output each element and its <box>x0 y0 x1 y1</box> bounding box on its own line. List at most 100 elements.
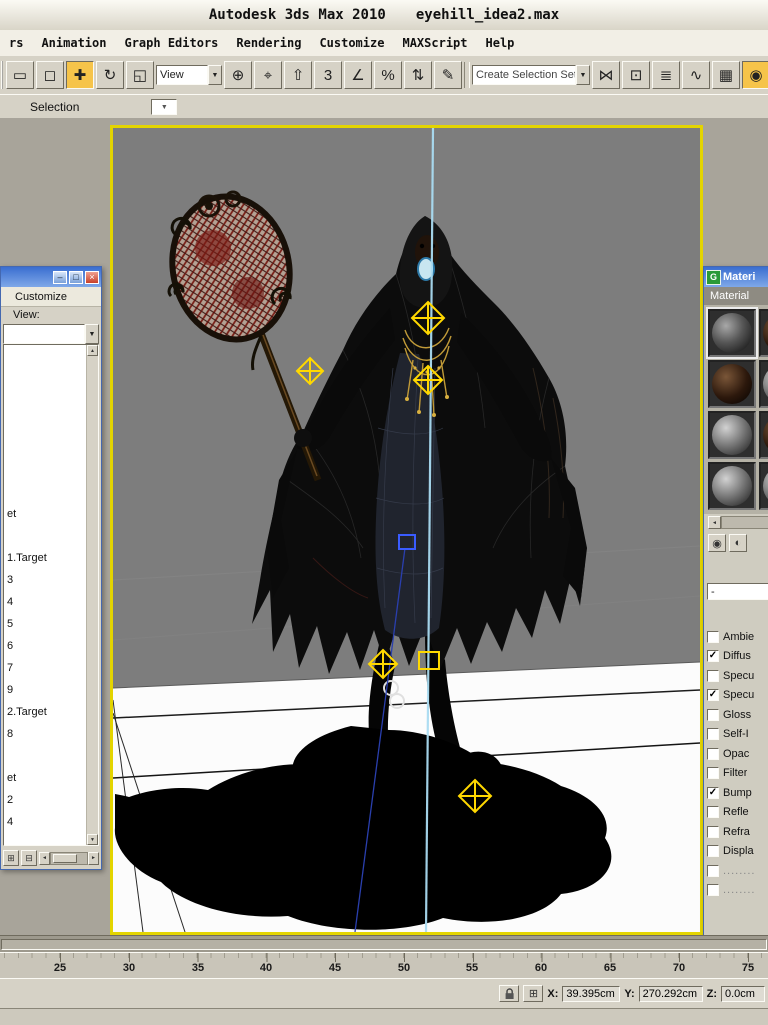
list-item[interactable]: 3 <box>4 569 98 591</box>
material-name-combo[interactable]: - ▼ <box>707 583 768 603</box>
scroll-left-icon[interactable]: ◄ <box>39 851 50 865</box>
checkbox[interactable] <box>707 728 719 741</box>
edit-named-selections-button[interactable]: ✎ <box>434 61 462 89</box>
scroll-up-icon[interactable]: ▲ <box>87 345 98 356</box>
checkbox[interactable]: ✓ <box>707 786 719 799</box>
list-item[interactable]: 2.Target <box>4 701 98 723</box>
sample-slot[interactable] <box>759 462 768 510</box>
list-item[interactable] <box>4 745 98 767</box>
select-and-move-button[interactable]: ✚ <box>66 61 94 89</box>
scrollbar-track[interactable] <box>721 516 768 529</box>
sample-slot[interactable] <box>759 411 768 459</box>
list-item[interactable]: 4 <box>4 591 98 613</box>
list-item[interactable]: 7 <box>4 657 98 679</box>
view-combo[interactable]: ▼ <box>3 324 99 344</box>
minimize-icon[interactable]: – <box>53 270 67 284</box>
backlight-icon[interactable]: ◐ <box>729 534 747 552</box>
sample-slot[interactable] <box>708 360 756 408</box>
y-coordinate-field[interactable]: 270.292cm <box>638 985 703 1002</box>
scroll-left-icon[interactable]: ◄ <box>708 516 721 529</box>
checkbox[interactable] <box>707 825 719 838</box>
menu-customize[interactable]: Customize <box>310 30 393 56</box>
chevron-down-icon[interactable]: ▼ <box>208 65 222 85</box>
checkbox[interactable] <box>707 708 719 721</box>
checkbox[interactable] <box>707 884 719 897</box>
sample-type-icon[interactable]: ◉ <box>708 534 726 552</box>
time-ruler[interactable]: 25 30 35 40 45 50 55 60 65 70 75 <box>0 952 768 979</box>
checkbox[interactable] <box>707 669 719 682</box>
checkbox[interactable] <box>707 747 719 760</box>
checkbox[interactable] <box>707 630 719 643</box>
scrollbar-thumb[interactable] <box>53 853 77 863</box>
list-item[interactable]: 4 <box>4 811 98 833</box>
select-and-manipulate-button[interactable]: ⌖ <box>254 61 282 89</box>
align-button[interactable]: ⊡ <box>622 61 650 89</box>
checkbox[interactable] <box>707 845 719 858</box>
material-name-value[interactable]: - <box>707 583 768 600</box>
menu-graph-editors[interactable]: Graph Editors <box>115 30 227 56</box>
viewport-canvas[interactable] <box>113 128 700 932</box>
schematic-view-button[interactable]: ▦ <box>712 61 740 89</box>
checkbox[interactable] <box>707 767 719 780</box>
material-editor-window[interactable]: G Materi Material ◄ ◉ ◐ - ▼ A <box>703 266 768 950</box>
sample-slot[interactable] <box>706 307 758 359</box>
mirror-button[interactable]: ⋈ <box>592 61 620 89</box>
menu-rendering[interactable]: Rendering <box>227 30 310 56</box>
z-coordinate-field[interactable]: 0.0cm <box>721 985 765 1002</box>
angle-snap-button[interactable]: ∠ <box>344 61 372 89</box>
keyboard-override-button[interactable]: ⇧ <box>284 61 312 89</box>
material-editor-button[interactable]: ◉ <box>742 61 768 89</box>
close-icon[interactable]: × <box>85 270 99 284</box>
zoom-tool-icon[interactable]: ⊟ <box>21 850 37 866</box>
toolbar-drag-handle[interactable] <box>1 61 3 89</box>
selection-flyout-button[interactable]: ▼ <box>151 99 178 115</box>
menu-customize[interactable]: Customize <box>15 291 67 303</box>
snap-toggle-3d-button[interactable]: 3 <box>314 61 342 89</box>
track-bar[interactable] <box>1 939 767 950</box>
list-item[interactable]: et <box>4 767 98 789</box>
reference-coordsys-combo[interactable]: View ▼ <box>156 65 222 85</box>
percent-snap-button[interactable]: % <box>374 61 402 89</box>
maximize-icon[interactable]: □ <box>69 270 83 284</box>
chevron-down-icon[interactable]: ▼ <box>576 65 590 85</box>
select-and-scale-button[interactable]: ◱ <box>126 61 154 89</box>
use-center-button[interactable]: ⊕ <box>224 61 252 89</box>
selection-set-placeholder[interactable]: Create Selection Set <box>472 65 576 85</box>
list-item[interactable]: 1.Target <box>4 547 98 569</box>
sample-slot[interactable] <box>708 462 756 510</box>
view-combo-value[interactable] <box>3 324 85 344</box>
layer-manager-button[interactable]: ≣ <box>652 61 680 89</box>
list-item[interactable]: 5 <box>4 613 98 635</box>
list-item[interactable]: 2 <box>4 789 98 811</box>
node-list[interactable]: et 1.Target 3 4 5 6 7 9 2.Target 8 et 2 … <box>3 344 99 846</box>
list-item[interactable]: 6 <box>4 635 98 657</box>
track-bar-strip[interactable] <box>0 935 768 952</box>
menu-help[interactable]: Help <box>477 30 524 56</box>
scroll-right-icon[interactable]: ► <box>88 851 99 865</box>
menu-material[interactable]: Material <box>710 290 749 302</box>
absolute-mode-icon[interactable]: ⊞ <box>523 985 544 1002</box>
slot-scrollbar[interactable]: ◄ <box>708 516 768 529</box>
schematic-view-window[interactable]: – □ × Customize View: ▼ et 1.Target 3 4 … <box>0 266 102 870</box>
list-item[interactable]: 8 <box>4 723 98 745</box>
scroll-down-icon[interactable]: ▼ <box>87 834 98 845</box>
sample-slot[interactable] <box>759 360 768 408</box>
coordsys-value[interactable]: View <box>156 65 208 85</box>
perspective-viewport[interactable] <box>110 125 703 935</box>
x-coordinate-field[interactable]: 39.395cm <box>562 985 621 1002</box>
curve-editor-button[interactable]: ∿ <box>682 61 710 89</box>
menu-maxscript[interactable]: MAXScript <box>393 30 476 56</box>
material-editor-titlebar[interactable]: G Materi <box>704 267 768 287</box>
selection-region-icon[interactable]: ▭ <box>6 61 34 89</box>
pan-tool-icon[interactable]: ⊞ <box>3 850 19 866</box>
list-item[interactable]: et <box>4 503 98 525</box>
selection-lock-icon[interactable] <box>499 985 520 1002</box>
scrollbar-track[interactable] <box>50 851 88 865</box>
list-item[interactable] <box>4 525 98 547</box>
named-selection-set-combo[interactable]: Create Selection Set ▼ <box>472 65 590 85</box>
sample-slot[interactable] <box>708 411 756 459</box>
menu-animation[interactable]: Animation <box>32 30 115 56</box>
horizontal-scrollbar[interactable]: ◄ ► <box>39 851 99 865</box>
sample-slot[interactable] <box>759 309 768 357</box>
vertical-scrollbar[interactable]: ▲ ▼ <box>86 345 98 845</box>
